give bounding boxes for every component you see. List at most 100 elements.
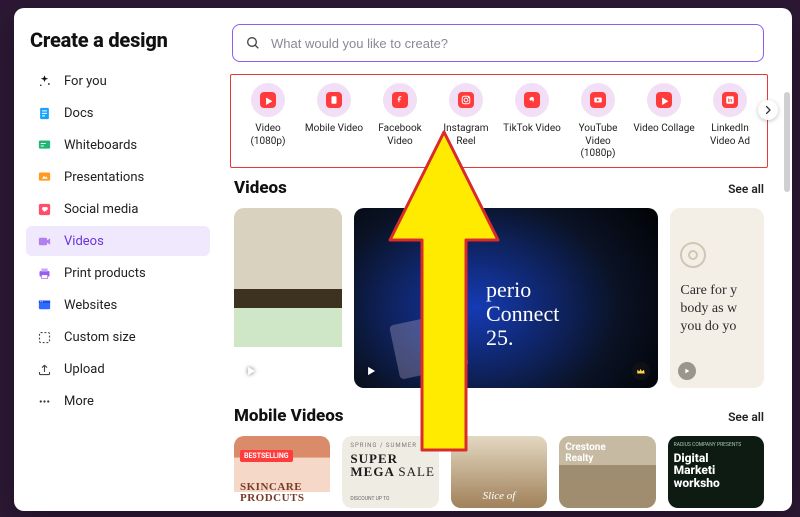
card-text: SPRING / SUMMER — [350, 442, 417, 449]
section-title-videos: Videos — [234, 178, 287, 198]
whiteboard-icon — [36, 137, 52, 153]
video-template-card[interactable]: perio Connect 25. — [354, 208, 658, 388]
page-title: Create a design — [30, 28, 206, 52]
card-text: Care for y body as w you do yo — [680, 282, 754, 337]
category-icon — [326, 92, 342, 108]
see-all-mobile[interactable]: See all — [728, 410, 764, 424]
print-icon — [36, 265, 52, 281]
mobile-videos-row: BESTSELLING SKINCARE PRODCUTS SPRING / S… — [234, 436, 764, 508]
create-design-panel: Create a design For youDocs Whiteboards Pr… — [14, 8, 792, 511]
category-icon-circle — [251, 83, 285, 117]
search-bar[interactable] — [232, 24, 764, 62]
mobile-template-card[interactable]: CrestoneRealty — [559, 436, 655, 508]
upload-icon — [36, 361, 52, 377]
sidebar-item-print-products[interactable]: Print products — [26, 258, 210, 288]
more-icon — [36, 393, 52, 409]
category-icon-circle — [317, 83, 351, 117]
category-youtube-video-1080p-[interactable]: YouTube Video (1080p) — [567, 83, 629, 161]
card-text: SUPERMEGA SALE — [350, 452, 434, 478]
sparkles-icon — [36, 73, 52, 89]
sidebar-item-for-you[interactable]: For you — [26, 66, 210, 96]
sidebar-item-presentations[interactable]: Presentations — [26, 162, 210, 192]
mobile-template-card[interactable]: BESTSELLING SKINCARE PRODCUTS — [234, 436, 330, 508]
category-icon-circle — [383, 83, 417, 117]
sidebar-nav: For youDocs Whiteboards Presentations Socia… — [26, 66, 210, 416]
category-video-collage[interactable]: Video Collage — [633, 83, 695, 161]
sidebar-item-label: Whiteboards — [64, 138, 137, 153]
present-icon — [36, 169, 52, 185]
section-title-mobile: Mobile Videos — [234, 406, 344, 426]
category-tiktok-video[interactable]: TikTok Video — [501, 83, 563, 161]
sidebar-item-label: Upload — [64, 362, 105, 377]
category-label: Video Collage — [633, 123, 694, 136]
search-icon — [245, 35, 261, 51]
category-label: Instagram Reel — [435, 123, 497, 148]
mobile-template-card[interactable]: SPRING / SUMMER SUPERMEGA SALE DISCOUNT … — [342, 436, 438, 508]
web-icon — [36, 297, 52, 313]
hero-text: perio Connect 25. — [486, 278, 559, 351]
mobile-template-card[interactable]: RADIUS COMPANY PRESENTS DigitalMarketiwo… — [668, 436, 764, 508]
sidebar-item-label: Social media — [64, 202, 138, 217]
doc-icon — [36, 105, 52, 121]
sidebar-item-docs[interactable]: Docs — [26, 98, 210, 128]
category-icon-circle — [647, 83, 681, 117]
mobile-template-card[interactable]: Slice of — [451, 436, 547, 508]
category-icon — [656, 92, 672, 108]
sidebar-item-label: More — [64, 394, 94, 409]
category-icon — [260, 92, 276, 108]
sidebar-item-label: Print products — [64, 266, 146, 281]
see-all-videos[interactable]: See all — [728, 182, 764, 196]
sidebar-item-upload[interactable]: Upload — [26, 354, 210, 384]
video-template-card[interactable] — [234, 208, 342, 388]
category-icon — [392, 92, 408, 108]
play-icon — [678, 362, 696, 380]
sidebar: Create a design For youDocs Whiteboards Pr… — [14, 8, 222, 511]
category-scroll-right-button[interactable] — [758, 100, 778, 120]
category-video-1080p-[interactable]: Video (1080p) — [237, 83, 299, 161]
video-template-card[interactable]: Care for y body as w you do yo — [670, 208, 764, 388]
premium-crown-icon — [632, 362, 650, 380]
svg-text:in: in — [728, 98, 732, 104]
scrollbar-track[interactable] — [784, 22, 790, 502]
card-text: RADIUS COMPANY PRESENTS — [674, 442, 742, 448]
category-icon — [524, 92, 540, 108]
card-text: DISCOUNT UP TO — [350, 496, 389, 502]
category-icon-circle — [449, 83, 483, 117]
category-facebook-video[interactable]: Facebook Video — [369, 83, 431, 161]
custom-icon — [36, 329, 52, 345]
category-icon — [590, 92, 606, 108]
section-mobile-videos: Mobile Videos See all BESTSELLING SKINCA… — [234, 406, 764, 508]
category-label: YouTube Video (1080p) — [567, 123, 629, 161]
section-videos: Videos See all perio Connect 25. — [234, 178, 764, 388]
card-text: DigitalMarketiworksho — [674, 452, 720, 490]
category-highlight-box: Video (1080p)Mobile VideoFacebook VideoI… — [230, 74, 768, 168]
sidebar-item-whiteboards[interactable]: Whiteboards — [26, 130, 210, 160]
decorative-icon — [680, 242, 706, 268]
category-label: Video (1080p) — [237, 123, 299, 148]
sidebar-item-websites[interactable]: Websites — [26, 290, 210, 320]
sidebar-item-label: Presentations — [64, 170, 144, 185]
card-text: Slice of — [483, 490, 516, 502]
sidebar-item-more[interactable]: More — [26, 386, 210, 416]
play-icon — [362, 362, 380, 380]
scrollbar-thumb[interactable] — [784, 92, 790, 192]
main-content: Video (1080p)Mobile VideoFacebook VideoI… — [222, 8, 792, 511]
sidebar-item-social-media[interactable]: Social media — [26, 194, 210, 224]
category-icon-circle — [581, 83, 615, 117]
category-icon-circle — [515, 83, 549, 117]
sidebar-item-videos[interactable]: Videos — [26, 226, 210, 256]
category-label: LinkedIn Video Ad — [699, 123, 761, 148]
sidebar-item-custom-size[interactable]: Custom size — [26, 322, 210, 352]
category-icon: in — [722, 92, 738, 108]
category-mobile-video[interactable]: Mobile Video — [303, 83, 365, 161]
category-instagram-reel[interactable]: Instagram Reel — [435, 83, 497, 161]
category-linkedin-video-ad[interactable]: in LinkedIn Video Ad — [699, 83, 761, 161]
category-icon — [458, 92, 474, 108]
play-icon — [242, 362, 260, 380]
category-row-container: Video (1080p)Mobile VideoFacebook VideoI… — [230, 74, 768, 168]
sidebar-item-label: Videos — [64, 234, 104, 249]
heart-icon — [36, 201, 52, 217]
category-icon-circle: in — [713, 83, 747, 117]
category-label: TikTok Video — [503, 123, 561, 136]
search-input[interactable] — [271, 36, 751, 51]
